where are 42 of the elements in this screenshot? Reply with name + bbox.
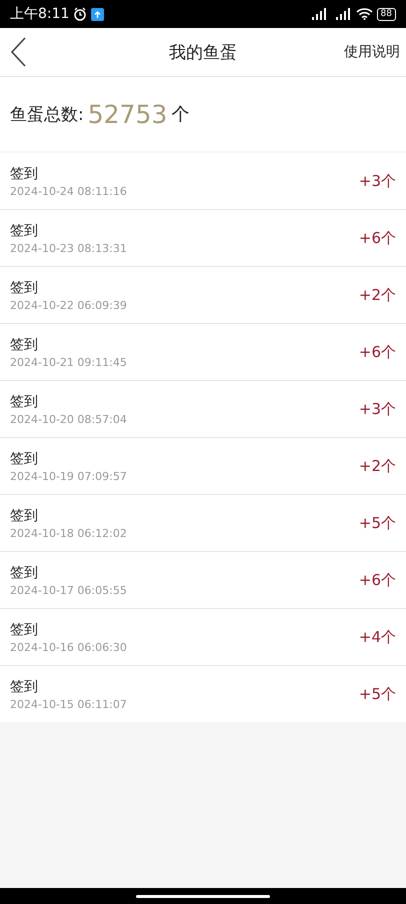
- record-amount: +5个: [358, 684, 396, 704]
- record-amount: +2个: [358, 286, 396, 304]
- record-title: 签到: [10, 164, 39, 182]
- record-amount: +3个: [358, 172, 396, 190]
- record-time: 2024-10-24 08:11:16: [10, 184, 128, 198]
- record-time: 2024-10-19 07:09:57: [10, 470, 128, 482]
- record-time: 2024-10-22 06:09:39: [10, 298, 128, 312]
- record-title: 签到: [10, 222, 39, 240]
- record-time: 2024-10-20 08:57:04: [10, 412, 128, 426]
- alarm-clock-icon: [73, 7, 88, 21]
- record-title: 签到: [10, 278, 39, 296]
- record-amount: +2个: [358, 456, 396, 476]
- record-time: 2024-10-18 06:12:02: [10, 526, 128, 540]
- record-title: 签到: [10, 336, 39, 354]
- record-amount: +6个: [358, 342, 396, 362]
- record-time: 2024-10-17 06:05:55: [10, 584, 128, 596]
- total-count: 52753: [88, 100, 168, 128]
- record-amount: +3个: [358, 400, 396, 418]
- instructions-link[interactable]: 使用说明: [344, 43, 406, 61]
- record-title: 签到: [10, 564, 39, 582]
- record-amount: +6个: [358, 228, 396, 248]
- total-unit: 个: [171, 103, 190, 126]
- status-time: 上午8:11: [10, 5, 70, 23]
- record-title: 签到: [10, 450, 39, 468]
- app-notification-icon: [91, 8, 104, 20]
- record-title: 签到: [10, 506, 39, 524]
- record-time: 2024-10-16 06:06:30: [10, 640, 128, 654]
- back-icon: [10, 37, 26, 67]
- total-label: 鱼蛋总数:: [10, 104, 84, 126]
- record-amount: +5个: [358, 514, 396, 532]
- record-title: 签到: [10, 392, 39, 410]
- home-indicator[interactable]: [136, 894, 270, 898]
- record-amount: +6个: [358, 570, 396, 590]
- record-title: 签到: [10, 678, 39, 696]
- battery-level: 88: [376, 8, 396, 20]
- record-title: 签到: [10, 620, 39, 638]
- record-time: 2024-10-21 09:11:45: [10, 356, 128, 368]
- record-time: 2024-10-15 06:11:07: [10, 698, 128, 710]
- record-amount: +4个: [358, 628, 396, 646]
- page-title: 我的鱼蛋: [169, 42, 237, 64]
- record-time: 2024-10-23 08:13:31: [10, 242, 128, 254]
- wifi-icon: [356, 8, 373, 20]
